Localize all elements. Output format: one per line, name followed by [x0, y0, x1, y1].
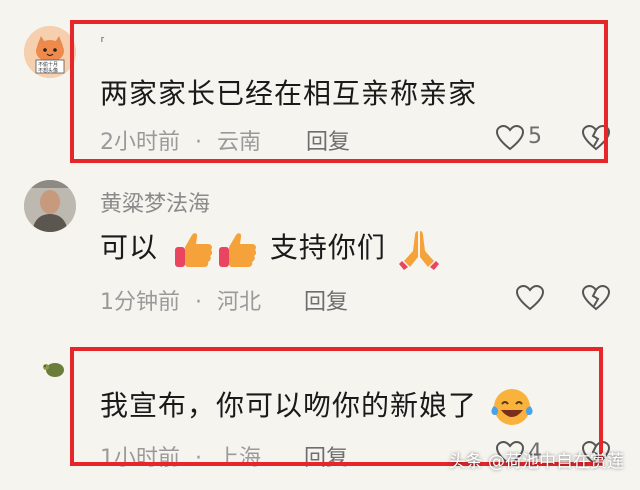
highlight-box	[70, 20, 608, 163]
username[interactable]: 黄粱梦法海	[100, 186, 210, 218]
thumbs-up-emoji-icon	[174, 233, 213, 267]
praying-hands-emoji-icon	[398, 231, 439, 270]
thumbs-up-emoji-icon	[218, 233, 257, 267]
comment-text: 可以 支持你们	[100, 226, 442, 271]
reply-button[interactable]: 回复	[304, 284, 348, 316]
watermark: 头条 @荷池中自在赏莲	[448, 452, 624, 472]
avatar[interactable]: 不偷十月 不想头像	[24, 26, 76, 78]
comment-location: 河北	[217, 290, 262, 315]
comment-text-part: 可以	[100, 231, 159, 264]
comment-meta: 1分钟前 · 河北	[100, 284, 261, 316]
separator: ·	[195, 290, 202, 315]
monk-avatar-icon	[24, 180, 76, 232]
comment-time: 1分钟前	[100, 290, 180, 315]
comment-text-part: 支持你们	[269, 231, 386, 264]
comment-2: 黄粱梦法海 可以 支持你们 1分钟前 · 河北 回复	[0, 170, 640, 340]
avatar[interactable]	[40, 354, 68, 382]
avatar-caption: 不想头像	[38, 68, 59, 74]
avatar[interactable]	[24, 180, 76, 232]
turtle-avatar-icon	[43, 363, 64, 377]
heart-icon[interactable]	[516, 285, 544, 311]
broken-heart-icon[interactable]	[582, 285, 610, 311]
